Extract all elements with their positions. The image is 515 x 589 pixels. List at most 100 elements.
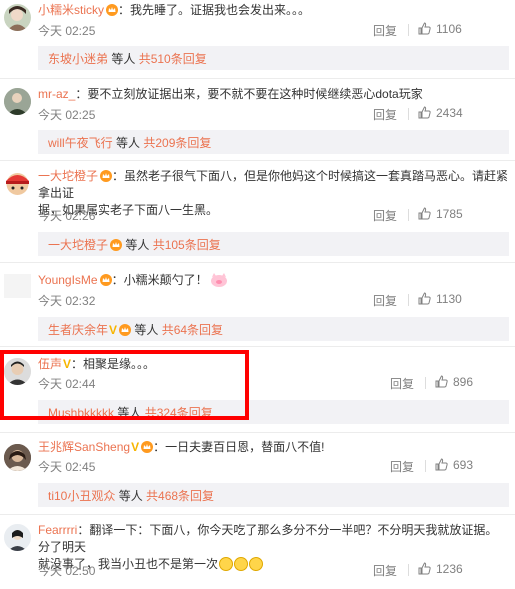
- v-badge-icon: V: [109, 323, 118, 337]
- divider: [0, 514, 515, 515]
- comment-line: mr-az_：要不立刻放证据出来，要不就不要在这种时候继续恶心dota玩家: [38, 86, 509, 103]
- like-count: 693: [453, 458, 474, 472]
- reply-others: 等人: [112, 136, 144, 150]
- avatar[interactable]: [4, 170, 31, 197]
- comment-text: ：翻译一下：下面八，你今天吃了那么多分不分一半吧？不分明天我就放证据。分了明天: [38, 523, 498, 554]
- crown-badge-icon: [110, 239, 123, 251]
- like-button[interactable]: 2434: [418, 106, 463, 120]
- separator: [408, 294, 409, 306]
- smile-emoji-icon: [234, 557, 249, 571]
- divider: [0, 346, 515, 347]
- reply-username[interactable]: ti10小丑观众: [48, 489, 115, 503]
- reply-username[interactable]: 东坡小迷弟: [48, 52, 108, 66]
- replies-summary[interactable]: 东坡小迷弟 等人 共510条回复: [38, 46, 509, 70]
- like-count: 896: [453, 375, 474, 389]
- divider: [0, 160, 515, 161]
- reply-count[interactable]: 共510条回复: [139, 52, 207, 66]
- timestamp: 今天 02:45: [38, 460, 96, 474]
- separator: [425, 460, 426, 472]
- timestamp: 今天 02:50: [38, 564, 96, 578]
- timestamp: 今天 02:26: [38, 209, 96, 223]
- thumbs-up-icon: [418, 562, 431, 575]
- separator: [408, 564, 409, 576]
- replies-summary[interactable]: 一大坨橙子 等人 共105条回复: [38, 232, 509, 256]
- crown-badge-icon: [100, 170, 113, 182]
- divider: [0, 78, 515, 79]
- avatar[interactable]: [4, 88, 31, 115]
- thumbs-up-icon: [418, 106, 431, 119]
- divider: [0, 262, 515, 263]
- reply-button[interactable]: 回复: [373, 22, 397, 39]
- highlight-box: [0, 350, 249, 420]
- reply-username[interactable]: will午夜飞行: [48, 136, 113, 150]
- replies-summary[interactable]: ti10小丑观众 等人 共468条回复: [38, 483, 509, 507]
- username[interactable]: mr-az_: [38, 87, 75, 101]
- comment-text: ：小糯米颠勺了！: [111, 273, 208, 287]
- like-button[interactable]: 1130: [418, 292, 462, 306]
- comment-line: 小糯米sticky ：我先睡了。证据我也会发出来。。。: [38, 2, 509, 19]
- comment-line: 王兆辉SanShengV ：一日夫妻百日恩，替面八不值!: [38, 439, 509, 456]
- like-button[interactable]: 896: [435, 375, 473, 389]
- smile-emoji-icon: [219, 557, 234, 571]
- reply-button[interactable]: 回复: [373, 106, 397, 123]
- replies-summary[interactable]: 生者庆余年V 等人 共64条回复: [38, 317, 509, 341]
- reply-others: 等人: [131, 323, 162, 337]
- v-badge-icon: V: [131, 440, 140, 454]
- reply-button[interactable]: 回复: [373, 562, 397, 579]
- reply-button[interactable]: 回复: [373, 292, 397, 309]
- reply-button[interactable]: 回复: [390, 458, 414, 475]
- reply-count[interactable]: 共209条回复: [143, 136, 211, 150]
- reply-others: 等人: [108, 52, 139, 66]
- separator: [425, 377, 426, 389]
- like-count: 1130: [436, 292, 462, 306]
- like-button[interactable]: 1236: [418, 562, 463, 576]
- reply-button[interactable]: 回复: [373, 207, 397, 224]
- timestamp: 今天 02:25: [38, 24, 96, 38]
- reply-count[interactable]: 共468条回复: [146, 489, 214, 503]
- username[interactable]: Fearrrri: [38, 523, 77, 537]
- timestamp: 今天 02:25: [38, 108, 96, 122]
- like-button[interactable]: 1785: [418, 207, 463, 221]
- avatar[interactable]: [4, 524, 31, 551]
- pig-emoji-icon: [210, 273, 227, 287]
- thumbs-up-icon: [418, 207, 431, 220]
- thumbs-up-icon: [418, 22, 431, 35]
- comment-text: ：一日夫妻百日恩，替面八不值!: [153, 440, 325, 454]
- reply-others: 等人: [115, 489, 147, 503]
- username[interactable]: 王兆辉SanSheng: [38, 440, 130, 454]
- crown-badge-icon: [106, 4, 119, 16]
- username[interactable]: 一大坨橙子: [38, 169, 98, 183]
- reply-count[interactable]: 共105条回复: [153, 238, 221, 252]
- avatar[interactable]: [4, 4, 31, 31]
- reply-username[interactable]: 一大坨橙子: [48, 238, 108, 252]
- like-count: 1236: [436, 562, 463, 576]
- like-button[interactable]: 1106: [418, 22, 462, 36]
- like-button[interactable]: 693: [435, 458, 473, 472]
- avatar[interactable]: [4, 444, 31, 471]
- timestamp: 今天 02:32: [38, 294, 96, 308]
- smile-emoji-icon: [249, 557, 264, 571]
- separator: [408, 108, 409, 120]
- divider: [0, 432, 515, 433]
- comment-text: ：要不立刻放证据出来，要不就不要在这种时候继续恶心dota玩家: [75, 87, 423, 101]
- separator: [408, 209, 409, 221]
- avatar[interactable]: [4, 274, 31, 298]
- thumbs-up-icon: [435, 375, 448, 388]
- username[interactable]: 小糯米sticky: [38, 3, 104, 17]
- comment-text: ：我先睡了。证据我也会发出来。。。: [118, 3, 311, 17]
- thumbs-up-icon: [418, 292, 431, 305]
- reply-count[interactable]: 共64条回复: [162, 323, 223, 337]
- like-count: 1785: [436, 207, 463, 221]
- like-count: 2434: [436, 106, 463, 120]
- reply-others: 等人: [122, 238, 153, 252]
- like-count: 1106: [436, 22, 462, 36]
- crown-badge-icon: [141, 441, 154, 453]
- reply-username[interactable]: 生者庆余年: [48, 323, 108, 337]
- crown-badge-icon: [99, 274, 112, 286]
- crown-badge-icon: [119, 324, 132, 336]
- username[interactable]: YoungIsMe: [38, 273, 98, 287]
- replies-summary[interactable]: will午夜飞行 等人 共209条回复: [38, 130, 509, 154]
- reply-button[interactable]: 回复: [390, 375, 414, 392]
- thumbs-up-icon: [435, 458, 448, 471]
- separator: [408, 24, 409, 36]
